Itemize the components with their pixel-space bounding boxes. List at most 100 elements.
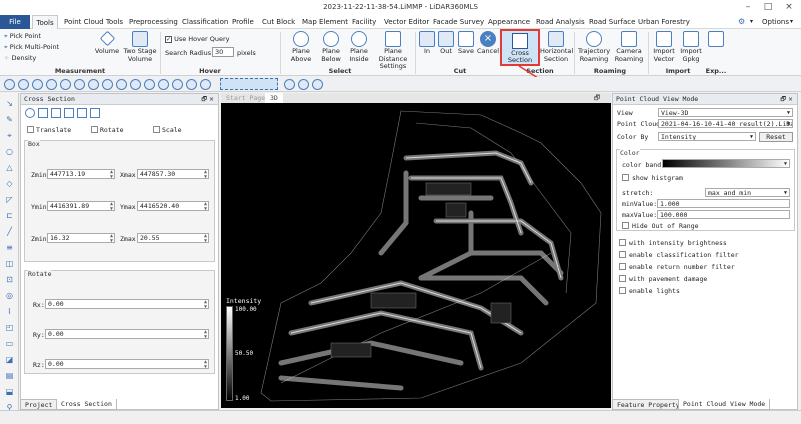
zmin-input[interactable]: 447713.19 ▲ ▼ [47,169,115,179]
tab-feature-property[interactable]: Feature Property [612,399,685,410]
search-radius-input[interactable]: 30 [212,47,234,57]
zmin2-input[interactable]: 16.32 ▲ ▼ [47,233,115,243]
ymax-input[interactable]: 4416520.40 ▲ ▼ [137,201,209,211]
tool-icon[interactable]: ▤ [4,371,15,380]
box-icon[interactable] [51,108,61,118]
spin-arrows-icon[interactable]: ▲ ▼ [204,300,207,310]
tool-circle-icon[interactable] [60,79,71,90]
layers-icon[interactable] [77,108,87,118]
enable-lights-checkbox[interactable] [619,287,626,294]
menu-appearance[interactable]: Appearance [488,15,530,29]
tab-3d[interactable]: 3D [265,93,283,103]
stretch-select[interactable]: max and min ▼ [705,188,790,197]
tool-icon[interactable]: ◎ [4,291,15,300]
tool-icon[interactable]: ◸ [4,195,15,204]
menu-preprocessing[interactable]: Preprocessing [129,15,178,29]
plane-distance-settings-button[interactable]: Plane Distance Settings [373,31,413,71]
menu-urban-forestry[interactable]: Urban Forestry [638,15,690,29]
color-band-select[interactable]: ▼ [662,159,790,168]
tool-circle-icon[interactable] [32,79,43,90]
menu-map-element[interactable]: Map Element [302,15,348,29]
spin-arrows-icon[interactable]: ▲ ▼ [110,234,113,244]
cut-out-button[interactable]: Out [436,31,456,56]
tool-icon[interactable]: ⌇ [4,307,15,316]
menu-classification[interactable]: Classification [182,15,228,29]
camera-roaming-button[interactable]: Camera Roaming [612,31,646,63]
rz-input[interactable]: 0.00 ▲ ▼ [45,359,209,369]
cut-in-button[interactable]: In [418,31,436,56]
trajectory-roaming-button[interactable]: Trajectory Roaming [576,31,612,63]
tool-icon[interactable]: ╱ [4,227,15,236]
density-button[interactable]: ⁘ Density [4,54,36,62]
tool-icon[interactable]: ↘ [4,99,15,108]
copy-icon[interactable] [64,108,74,118]
tool-circle-icon[interactable] [102,79,113,90]
tool-circle-icon[interactable] [200,79,211,90]
menu-profile[interactable]: Profile [232,15,254,29]
tool-icon[interactable]: ▭ [4,339,15,348]
spin-arrows-icon[interactable]: ▲ ▼ [204,234,207,244]
box-icon[interactable] [38,108,48,118]
reset-button[interactable]: Reset [759,132,793,142]
menu-road-analysis[interactable]: Road Analysis [536,15,585,29]
cross-section-button[interactable]: Cross Section [500,29,540,66]
pick-multi-point-button[interactable]: ⌖ Pick Multi-Point [4,43,59,52]
tool-icon[interactable]: ✎ [4,115,15,124]
xmax-input[interactable]: 447857.30 ▲ ▼ [137,169,209,179]
selection-tools-group[interactable] [220,78,278,90]
spin-arrows-icon[interactable]: ▲ ▼ [204,170,207,180]
gear-icon[interactable]: ⚙ [738,15,745,29]
menu-tools[interactable]: Tools [32,15,58,30]
color-by-select[interactable]: Intensity ▼ [658,132,756,141]
chevron-down-icon[interactable]: ▾ [790,15,793,29]
translate-checkbox[interactable] [27,126,34,133]
tool-icon[interactable]: ◰ [4,323,15,332]
maximize-icon[interactable]: □ [758,0,778,15]
spin-arrows-icon[interactable]: ▲ ▼ [204,360,207,370]
rx-input[interactable]: 0.00 ▲ ▼ [45,299,209,309]
tool-circle-icon[interactable] [298,79,309,90]
horizontal-section-button[interactable]: Horizontal Section [540,31,573,63]
tool-circle-icon[interactable] [312,79,323,90]
tool-icon[interactable]: △ [4,163,15,172]
spin-arrows-icon[interactable]: ▲ ▼ [204,330,207,340]
spin-arrows-icon[interactable]: ▲ ▼ [110,202,113,212]
scale-checkbox[interactable] [153,126,160,133]
minimize-icon[interactable]: – [738,0,758,15]
pick-point-button[interactable]: ⌖ Pick Point [4,32,41,41]
menu-file[interactable]: File [0,15,30,29]
tool-icon[interactable]: ◫ [4,259,15,268]
menu-cut-block[interactable]: Cut Block [262,15,295,29]
rotate-checkbox[interactable] [91,126,98,133]
max-value-input[interactable]: 100.000 [657,210,790,219]
panel-close-icon[interactable]: 🗗 × [201,95,214,105]
tool-icon[interactable]: ◇ [4,179,15,188]
tool-icon[interactable]: ≡ [4,243,15,252]
use-hover-query-checkbox[interactable]: ✓ Use Hover Query [165,35,230,43]
tool-circle-icon[interactable] [172,79,183,90]
menu-options[interactable]: Options [762,15,789,29]
tool-circle-icon[interactable] [158,79,169,90]
tool-icon[interactable]: ◪ [4,355,15,364]
point-cloud-select[interactable]: 2021-04-16-10-41-40_result(2).LiData ▼ [658,119,793,128]
hide-out-of-range-checkbox[interactable] [622,222,629,229]
tool-icon[interactable]: ⌖ [4,131,15,140]
import-vector-button[interactable]: Import Vector [650,31,678,63]
tool-circle-icon[interactable] [18,79,29,90]
tool-circle-icon[interactable] [74,79,85,90]
tool-icon[interactable]: ⊡ [4,275,15,284]
ymin-input[interactable]: 4416391.89 ▲ ▼ [47,201,115,211]
view-close-icon[interactable]: 🗗 × [589,93,611,112]
spin-arrows-icon[interactable]: ▲ ▼ [110,170,113,180]
menu-facade-survey[interactable]: Facade Survey [433,15,484,29]
return-number-filter-checkbox[interactable] [619,263,626,270]
tool-circle-icon[interactable] [284,79,295,90]
tab-cross-section[interactable]: Cross Section [56,399,117,410]
cut-save-button[interactable]: Save [456,31,476,56]
tool-icon[interactable]: ⬓ [4,387,15,396]
point-cloud-3d-view[interactable]: Intensity 100.00 50.50 1.00 [221,103,611,408]
panel-close-icon[interactable]: 🗗 × [780,95,793,105]
tab-point-cloud-view-mode[interactable]: Point Cloud View Mode [678,399,771,410]
two-stage-volume-button[interactable]: Two Stage Volume [123,31,157,63]
volume-button[interactable]: Volume [92,30,122,56]
